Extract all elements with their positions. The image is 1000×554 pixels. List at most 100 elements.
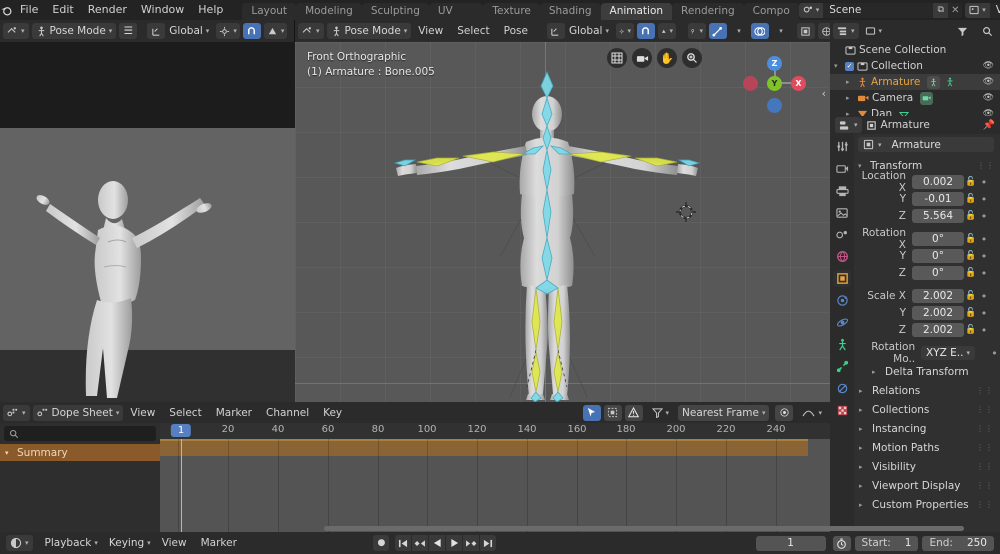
gizmo-axis-neg-x[interactable] bbox=[743, 76, 758, 91]
property-row-rotation-z[interactable]: Z 0° 🔓 • bbox=[854, 265, 1000, 281]
lock-icon[interactable]: 🔓 bbox=[964, 251, 978, 261]
drag-dots-icon[interactable]: ⋮⋮ bbox=[976, 462, 1000, 471]
properties-tab-modifiers[interactable] bbox=[833, 292, 851, 309]
expand-triangle-icon[interactable]: ▸ bbox=[872, 368, 880, 376]
viewport-overlays-icon[interactable] bbox=[750, 23, 769, 39]
value-rotation-mode[interactable]: XYZ E.. ▾ bbox=[921, 346, 975, 360]
menu-help[interactable]: Help bbox=[191, 0, 230, 20]
left-camera-preview-viewport[interactable] bbox=[0, 42, 295, 402]
dope-sheet-horizontal-scrollbar[interactable] bbox=[320, 525, 990, 532]
viewport-visibility-icon[interactable]: ▾ bbox=[687, 23, 706, 39]
next-keyframe-button[interactable] bbox=[463, 535, 480, 551]
property-row-rotation-x[interactable]: Rotation X 0° 🔓 • bbox=[854, 227, 1000, 251]
property-row-rotation-y[interactable]: Y 0° 🔓 • bbox=[854, 248, 1000, 264]
left-pivot-icon[interactable]: ▾ bbox=[216, 23, 240, 39]
section-relations[interactable]: ▸ Relations ⋮⋮ bbox=[854, 381, 1000, 400]
animate-dot-icon[interactable]: • bbox=[978, 267, 990, 280]
view-layer-icon[interactable]: ▾ bbox=[965, 2, 990, 18]
workspace-tab-modeling[interactable]: Modeling bbox=[296, 3, 362, 20]
properties-editor-type-button[interactable]: ▾ bbox=[835, 117, 862, 133]
dope-sheet-ruler[interactable]: 1 20 40 60 80 100 120 140 160 180 200 22… bbox=[160, 423, 830, 439]
timeline-playhead[interactable] bbox=[181, 439, 182, 532]
section-motion-paths[interactable]: ▸ Motion Paths ⋮⋮ bbox=[854, 438, 1000, 457]
properties-tab-scene[interactable] bbox=[833, 226, 851, 243]
outliner-row-armature[interactable]: ▸ Armature 👁 bbox=[830, 74, 1000, 90]
scene-close-button[interactable]: ✕ bbox=[948, 5, 962, 16]
hamburger-icon[interactable]: ☰ bbox=[119, 23, 138, 39]
animate-dot-icon[interactable]: • bbox=[989, 347, 1000, 360]
left-transform-orientation[interactable]: Global ▾ bbox=[165, 23, 213, 39]
outliner-row-camera[interactable]: ▸ Camera 👁 bbox=[830, 90, 1000, 106]
grid-icon[interactable] bbox=[607, 48, 627, 68]
drag-dots-icon[interactable]: ⋮⋮ bbox=[976, 481, 1000, 490]
armature-data-badge-icon[interactable] bbox=[945, 77, 955, 87]
left-magnet-icon[interactable] bbox=[242, 23, 261, 39]
3d-viewport[interactable]: Front Orthographic (1) Armature : Bone.0… bbox=[295, 42, 830, 402]
expand-triangle-icon[interactable]: ▸ bbox=[846, 94, 854, 102]
value-location-z[interactable]: 5.564 bbox=[912, 209, 964, 223]
pin-icon[interactable]: 📌 bbox=[983, 120, 995, 131]
value-scale-y[interactable]: 2.002 bbox=[912, 306, 964, 320]
drag-dots-icon[interactable]: ⋮⋮ bbox=[976, 424, 1000, 433]
outliner-row-scene-collection[interactable]: Scene Collection bbox=[830, 42, 1000, 58]
dope-menu-select[interactable]: Select bbox=[162, 407, 208, 419]
viewport-editor-type-button[interactable]: ▾ bbox=[298, 23, 324, 39]
viewport-proportional-edit-icon[interactable]: ▾ bbox=[657, 23, 676, 39]
animate-dot-icon[interactable]: • bbox=[978, 307, 990, 320]
expand-triangle-icon[interactable]: ▸ bbox=[859, 406, 867, 414]
timeline-editor-type-button[interactable]: ▾ bbox=[6, 535, 33, 551]
visibility-eye-icon[interactable]: 👁 bbox=[983, 77, 1000, 87]
animate-dot-icon[interactable]: • bbox=[978, 193, 990, 206]
dope-sheet-mode-selector[interactable]: Dope Sheet ▾ bbox=[32, 404, 124, 421]
section-custom-properties[interactable]: ▸ Custom Properties ⋮⋮ bbox=[854, 495, 1000, 514]
pose-badge-icon[interactable] bbox=[927, 75, 941, 89]
hand-icon[interactable]: ✋ bbox=[657, 48, 677, 68]
outliner-row-dan[interactable]: ▸ Dan 👁 bbox=[830, 106, 1000, 116]
gizmo-axis-y[interactable]: Y bbox=[767, 76, 782, 91]
jump-to-end-button[interactable] bbox=[480, 535, 497, 551]
outliner-editor-type-button[interactable]: ▾ bbox=[833, 23, 859, 39]
section-collections[interactable]: ▸ Collections ⋮⋮ bbox=[854, 400, 1000, 419]
play-button[interactable] bbox=[446, 535, 463, 551]
left-orientation-icon[interactable] bbox=[147, 23, 166, 39]
section-visibility[interactable]: ▸ Visibility ⋮⋮ bbox=[854, 457, 1000, 476]
value-location-y[interactable]: -0.01 bbox=[912, 192, 964, 206]
visibility-eye-icon[interactable]: 👁 bbox=[983, 109, 1000, 116]
viewport-gizmo-dropdown[interactable]: ▾ bbox=[730, 23, 748, 39]
properties-tab-view-layer[interactable] bbox=[833, 204, 851, 221]
visibility-eye-icon[interactable]: 👁 bbox=[983, 61, 1000, 71]
animate-dot-icon[interactable]: • bbox=[978, 233, 990, 246]
end-frame-field[interactable]: End: 250 bbox=[922, 535, 994, 551]
menu-file[interactable]: File bbox=[13, 0, 45, 20]
drag-dots-icon[interactable]: ⋮⋮ bbox=[976, 443, 1000, 452]
viewport-pivot-icon[interactable]: ▾ bbox=[615, 23, 634, 39]
filter-funnel-icon[interactable]: ▾ bbox=[649, 405, 673, 421]
lock-icon[interactable]: 🔓 bbox=[964, 211, 978, 221]
properties-tab-world[interactable] bbox=[833, 248, 851, 265]
workspace-tab-uv-editing[interactable]: UV Editing bbox=[428, 3, 484, 34]
expand-triangle-icon[interactable]: ▸ bbox=[859, 482, 867, 490]
blender-logo-icon[interactable] bbox=[0, 4, 13, 17]
animate-dot-icon[interactable]: • bbox=[978, 290, 990, 303]
scene-new-button[interactable]: ⧉ bbox=[933, 2, 949, 18]
outliner-search-icon[interactable] bbox=[978, 23, 996, 39]
property-row-location-x[interactable]: Location X 0.002 🔓 • bbox=[854, 170, 1000, 194]
timeline-menu-marker[interactable]: Marker bbox=[194, 537, 244, 549]
value-location-x[interactable]: 0.002 bbox=[912, 175, 964, 189]
workspace-tab-layout[interactable]: Layout bbox=[242, 3, 297, 20]
dope-sheet-keyframe-area[interactable] bbox=[160, 439, 964, 532]
menu-edit[interactable]: Edit bbox=[45, 0, 80, 20]
dope-menu-channel[interactable]: Channel bbox=[259, 407, 316, 419]
viewport-overlays-dropdown[interactable]: ▾ bbox=[772, 23, 790, 39]
auto-snap-icon[interactable] bbox=[775, 404, 794, 421]
workspace-tab-animation[interactable]: Animation bbox=[600, 3, 673, 20]
section-instancing[interactable]: ▸ Instancing ⋮⋮ bbox=[854, 419, 1000, 438]
properties-tab-texture[interactable] bbox=[833, 402, 851, 419]
gizmo-axis-z[interactable]: Z bbox=[767, 56, 782, 71]
workspace-tab-shading[interactable]: Shading bbox=[539, 3, 601, 20]
camera-icon[interactable] bbox=[632, 48, 652, 68]
properties-tab-bone-constraints[interactable] bbox=[833, 380, 851, 397]
expand-triangle-icon[interactable]: ▸ bbox=[859, 463, 867, 471]
workspace-tab-rendering[interactable]: Rendering bbox=[672, 3, 744, 20]
properties-tab-bone[interactable] bbox=[833, 358, 851, 375]
